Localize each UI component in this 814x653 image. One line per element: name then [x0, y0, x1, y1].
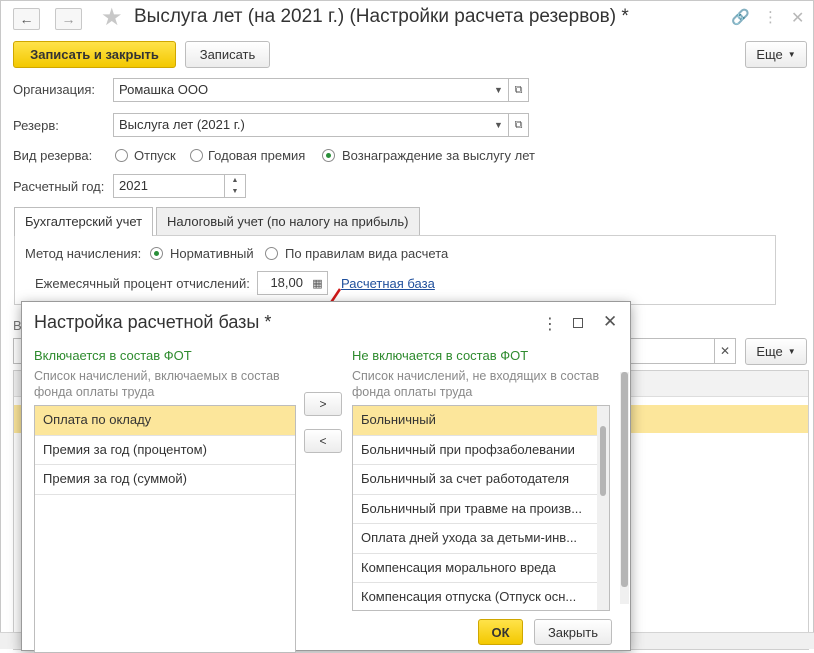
clear-icon: ✕ — [719, 344, 731, 358]
radio-normative-label: Нормативный — [170, 246, 254, 261]
dialog-scrollbar[interactable] — [620, 372, 629, 604]
dialog-title: Настройка расчетной базы * — [34, 312, 272, 332]
arrow-left-icon: ← — [19, 11, 34, 27]
background-more-label: Еще — [756, 344, 783, 359]
move-left-button[interactable]: < — [304, 429, 342, 453]
left-hint: Список начислений, включаемых в состав ф… — [34, 369, 280, 399]
link-icon[interactable]: 🔗 — [731, 8, 750, 26]
close-icon[interactable]: ✕ — [791, 8, 804, 28]
save-button[interactable]: Записать — [185, 41, 270, 68]
right-hint: Список начислений, не входящих в состав … — [352, 369, 600, 399]
organization-dropdown-button[interactable]: ▼ — [489, 78, 509, 102]
radio-by-rules[interactable] — [265, 247, 278, 260]
stepper-up-icon[interactable]: ▲ — [225, 175, 245, 186]
chevron-down-icon: ▼ — [787, 50, 796, 59]
inner-scrollbar[interactable] — [597, 406, 609, 610]
radio-vacation[interactable] — [115, 149, 128, 162]
background-more-button: Еще ▼ — [745, 338, 807, 365]
left-header: Включается в состав ФОТ — [34, 348, 192, 363]
list-item[interactable]: Больничный при профзаболевании — [353, 436, 609, 465]
radio-annual-bonus[interactable] — [190, 149, 203, 162]
list-item[interactable]: Компенсация отпуска (Отпуск осн... — [353, 583, 609, 610]
list-item[interactable]: Больничный за счет работодателя — [353, 465, 609, 495]
right-header: Не включается в состав ФОТ — [352, 348, 529, 363]
radio-by-rules-label: По правилам вида расчета — [285, 246, 449, 261]
ok-button[interactable]: ОК — [478, 619, 523, 645]
base-settings-dialog: Настройка расчетной базы * ⋮ ✕ Включаетс… — [21, 301, 631, 653]
tab-accounting[interactable]: Бухгалтерский учет — [14, 207, 154, 236]
year-stepper[interactable]: ▲ ▼ — [224, 174, 246, 198]
radio-annual-bonus-label: Годовая премия — [208, 148, 306, 163]
open-window-icon: ⧉ — [514, 118, 523, 131]
organization-field[interactable]: Ромашка ООО — [113, 78, 490, 102]
radio-seniority-reward[interactable] — [322, 149, 335, 162]
reserve-open-button[interactable]: ⧉ — [509, 113, 529, 137]
list-item[interactable]: Премия за год (суммой) — [35, 465, 295, 495]
list-item[interactable]: Больничный — [353, 406, 609, 436]
percent-field[interactable]: 18,00 — [257, 271, 309, 295]
radio-normative[interactable] — [150, 247, 163, 260]
chevron-down-icon: ▼ — [787, 347, 796, 356]
reserve-label: Резерв: — [13, 118, 59, 133]
stepper-down-icon[interactable]: ▼ — [225, 186, 245, 197]
year-field[interactable]: 2021 — [113, 174, 225, 198]
clear-search-button: ✕ — [714, 338, 736, 364]
inner-scrollbar-thumb[interactable] — [600, 426, 606, 496]
included-list[interactable]: Оплата по окладу Премия за год (проценто… — [34, 405, 296, 653]
reserve-dropdown-button[interactable]: ▼ — [489, 113, 509, 137]
organization-open-button[interactable]: ⧉ — [509, 78, 529, 102]
more-vertical-icon[interactable]: ⋮ — [542, 314, 558, 334]
back-button[interactable]: ← — [13, 8, 40, 30]
reserve-field[interactable]: Выслуга лет (2021 г.) — [113, 113, 490, 137]
maximize-icon[interactable] — [573, 318, 583, 328]
year-label: Расчетный год: — [13, 179, 105, 194]
percent-label: Ежемесячный процент отчислений: — [35, 276, 250, 291]
list-item[interactable]: Компенсация морального вреда — [353, 554, 609, 583]
move-right-button[interactable]: > — [304, 392, 342, 416]
excluded-list[interactable]: Больничный Больничный при профзаболевани… — [352, 405, 610, 611]
favorite-star-icon[interactable]: ★ — [101, 3, 123, 32]
close-icon[interactable]: ✕ — [603, 312, 617, 332]
more-button[interactable]: Еще ▼ — [745, 41, 807, 68]
list-item[interactable]: Больничный при травме на произв... — [353, 495, 609, 524]
radio-vacation-label: Отпуск — [134, 148, 176, 163]
list-item[interactable]: Оплата по окладу — [35, 406, 295, 436]
arrow-right-icon: → — [61, 11, 76, 27]
tab-tax[interactable]: Налоговый учет (по налогу на прибыль) — [156, 207, 420, 235]
organization-label: Организация: — [13, 82, 96, 97]
open-window-icon: ⧉ — [514, 83, 523, 96]
reserve-type-label: Вид резерва: — [13, 148, 93, 163]
window-title: Выслуга лет (на 2021 г.) (Настройки расч… — [134, 6, 629, 27]
more-button-label: Еще — [756, 47, 783, 62]
forward-button[interactable]: → — [55, 8, 82, 30]
list-item[interactable]: Оплата дней ухода за детьми-инв... — [353, 524, 609, 554]
save-and-close-button[interactable]: Записать и закрыть — [13, 41, 176, 68]
list-item[interactable]: Премия за год (процентом) — [35, 436, 295, 465]
radio-seniority-reward-label: Вознаграждение за выслугу лет — [342, 148, 535, 163]
chevron-down-icon: ▼ — [494, 85, 503, 95]
base-link[interactable]: Расчетная база — [341, 276, 435, 291]
dialog-scrollbar-thumb[interactable] — [621, 372, 628, 587]
more-vertical-icon[interactable]: ⋮ — [763, 8, 778, 26]
background-search-field-end — [630, 338, 715, 364]
close-button[interactable]: Закрыть — [534, 619, 612, 645]
method-label: Метод начисления: — [25, 246, 142, 261]
chevron-down-icon: ▼ — [494, 120, 503, 130]
